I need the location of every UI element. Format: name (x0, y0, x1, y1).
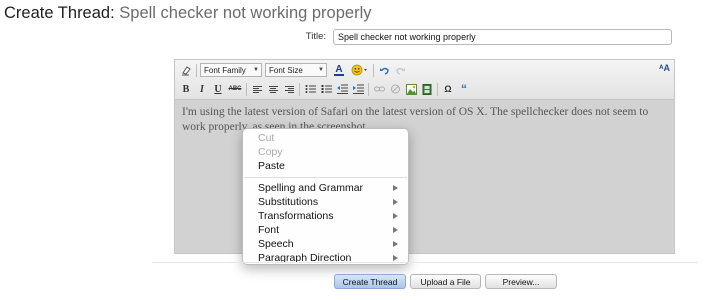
page-title-lead: Create Thread: (4, 4, 115, 22)
context-menu-item-paste[interactable]: Paste (258, 160, 398, 173)
page-title: Create Thread: Spell checker not working… (4, 3, 372, 23)
context-menu-item-spelling[interactable]: Spelling and Grammar (258, 182, 398, 195)
insert-media-icon[interactable] (420, 82, 434, 96)
redo-icon[interactable] (393, 63, 407, 77)
context-menu-item-paragraph-direction[interactable]: Paragraph Direction (258, 252, 398, 265)
font-size-label: Font Size (269, 65, 303, 75)
toggle-editor-icon[interactable]: ᴬA (659, 63, 670, 73)
text-color-icon[interactable]: A (330, 63, 348, 77)
bulleted-list-icon[interactable] (303, 82, 317, 96)
underline-icon[interactable]: U (211, 82, 225, 96)
text-color-glyph: A (335, 63, 343, 75)
toolbar-separator (196, 63, 197, 77)
toolbar-separator (373, 63, 374, 77)
italic-icon[interactable]: I (195, 82, 209, 96)
context-menu-item-speech[interactable]: Speech (258, 238, 398, 251)
toolbar-separator (368, 82, 369, 96)
align-center-icon[interactable] (266, 82, 280, 96)
context-menu-item-label: Cut (258, 132, 275, 144)
submenu-arrow-icon (393, 213, 398, 219)
chevron-down-icon: ▼ (318, 67, 324, 73)
toolbar-separator (299, 82, 300, 96)
clear-format-icon[interactable] (179, 63, 193, 77)
bold-icon[interactable]: B (179, 82, 193, 96)
context-menu-item-label: Font (258, 224, 280, 236)
context-menu-item-label: Substitutions (258, 196, 319, 208)
context-menu: Cut Copy Paste Spelling and Grammar Subs… (242, 128, 409, 265)
font-size-select[interactable]: Font Size ▼ (265, 63, 327, 77)
context-menu-item-font[interactable]: Font (258, 224, 398, 237)
upload-file-button[interactable]: Upload a File (410, 274, 481, 289)
unlink-icon[interactable] (388, 82, 402, 96)
context-menu-item-label: Copy (258, 146, 283, 158)
toolbar-row-1: Font Family ▼ Font Size ▼ A (179, 62, 409, 78)
outdent-icon[interactable] (335, 82, 349, 96)
strikethrough-icon[interactable]: ABC (227, 82, 243, 96)
context-menu-item-label: Speech (258, 238, 294, 250)
submenu-arrow-icon (393, 241, 398, 247)
align-left-icon[interactable] (250, 82, 264, 96)
numbered-list-icon[interactable] (319, 82, 333, 96)
toolbar-row-2: B I U ABC Ω “ (179, 81, 473, 97)
undo-icon[interactable] (377, 63, 391, 77)
submenu-arrow-icon (393, 255, 398, 261)
context-menu-item-cut[interactable]: Cut (258, 132, 398, 145)
align-right-icon[interactable] (282, 82, 296, 96)
context-menu-item-transformations[interactable]: Transformations (258, 210, 398, 223)
form-divider (152, 262, 698, 263)
toolbar-separator (437, 82, 438, 96)
title-label: Title: (305, 31, 326, 42)
submenu-arrow-icon (393, 199, 398, 205)
smilies-icon[interactable] (350, 63, 370, 77)
editor-toolbar: Font Family ▼ Font Size ▼ A ᴬA B I U ABC… (175, 60, 674, 100)
font-family-label: Font Family (204, 65, 246, 75)
context-menu-item-label: Paste (258, 160, 285, 172)
context-menu-item-label: Spelling and Grammar (258, 182, 364, 194)
submenu-arrow-icon (393, 227, 398, 233)
quote-icon[interactable]: “ (457, 82, 471, 96)
toolbar-separator (246, 82, 247, 96)
font-family-select[interactable]: Font Family ▼ (200, 63, 262, 77)
title-input[interactable] (333, 29, 672, 45)
insert-special-char-icon[interactable]: Ω (441, 82, 455, 96)
insert-image-icon[interactable] (404, 82, 418, 96)
context-menu-divider (244, 177, 407, 178)
indent-icon[interactable] (351, 82, 365, 96)
context-menu-item-copy[interactable]: Copy (258, 146, 398, 159)
link-icon[interactable] (372, 82, 386, 96)
create-thread-button[interactable]: Create Thread (334, 274, 406, 289)
preview-button[interactable]: Preview... (485, 274, 557, 289)
submenu-arrow-icon (393, 185, 398, 191)
page-title-subject: Spell checker not working properly (119, 4, 372, 22)
context-menu-item-substitutions[interactable]: Substitutions (258, 196, 398, 209)
context-menu-item-label: Transformations (258, 210, 334, 222)
chevron-down-icon: ▼ (253, 67, 259, 73)
